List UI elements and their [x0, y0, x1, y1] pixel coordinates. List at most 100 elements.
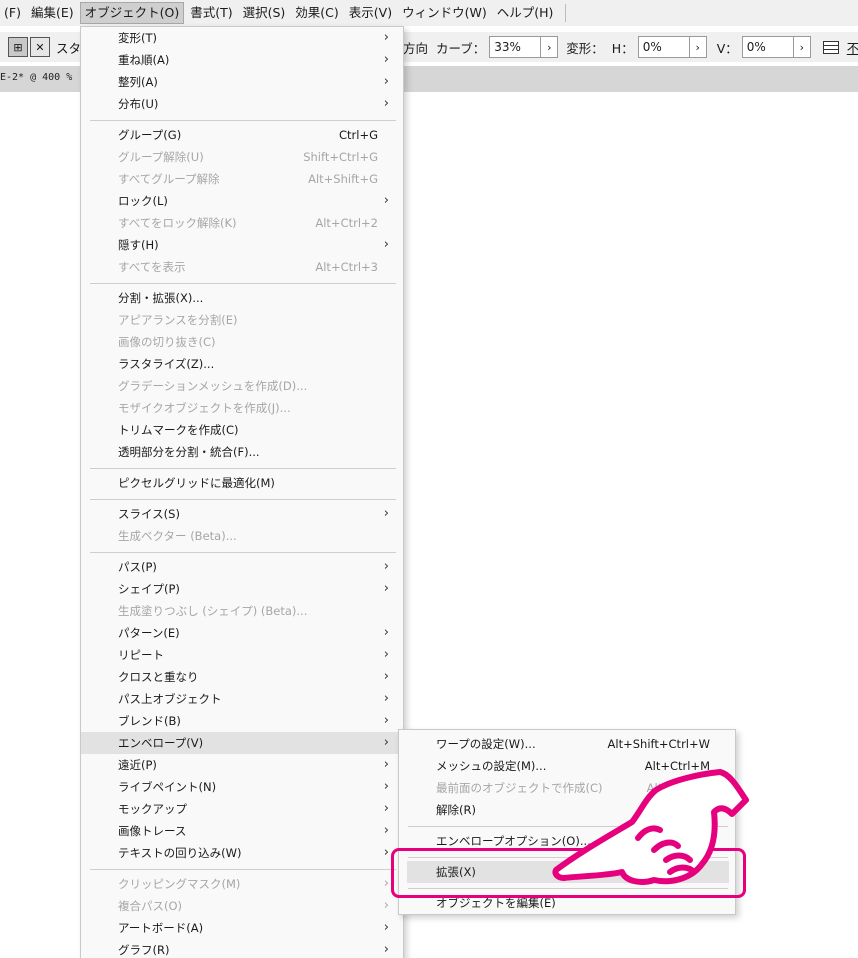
menu-separator: [90, 120, 396, 121]
menu-item-graph[interactable]: グラフ(R) ›: [81, 939, 403, 958]
menu-item-trim-marks[interactable]: トリムマークを作成(C): [81, 419, 403, 441]
menu-item-generative-fill: 生成塗りつぶし (シェイプ) (Beta)...: [118, 604, 308, 618]
menu-item-show-all: すべてを表示 Alt+Ctrl+3: [118, 260, 378, 274]
chevron-right-icon: ›: [383, 713, 389, 728]
menu-item-ungroup: グループ解除(U) Shift+Ctrl+G: [118, 150, 378, 164]
menu-bar-divider: [565, 4, 567, 22]
mesh-envelope-icon[interactable]: ⊞: [8, 37, 28, 57]
panel-options-icon[interactable]: [822, 40, 839, 54]
chevron-right-icon: ›: [383, 735, 389, 750]
opacity-link[interactable]: 不透明: [847, 38, 858, 57]
curve-input[interactable]: 33%: [489, 36, 542, 58]
chevron-right-icon: ›: [383, 74, 389, 89]
chevron-right-icon: ›: [547, 40, 552, 54]
menu-item-expand-divide[interactable]: 分割・拡張(X)...: [81, 287, 403, 309]
menu-item-mosaic: モザイクオブジェクトを作成(J)...: [118, 401, 291, 415]
h-input[interactable]: 0%: [637, 36, 690, 58]
chevron-right-icon: ›: [383, 506, 389, 521]
v-stepper-button[interactable]: ›: [793, 36, 811, 58]
menu-item-perspective[interactable]: 遠近(P) ›: [81, 754, 403, 776]
menu-item-crop-image: 画像の切り抜き(C): [118, 335, 216, 349]
menu-item-hide[interactable]: 隠す(H) ›: [81, 234, 403, 256]
menu-item-intertwine[interactable]: クロスと重なり ›: [81, 666, 403, 688]
chevron-right-icon: ›: [799, 40, 804, 54]
chevron-right-icon: ›: [383, 193, 389, 208]
chevron-right-icon: ›: [383, 96, 389, 111]
menu-item-slice[interactable]: スライス(S) ›: [81, 503, 403, 525]
chevron-right-icon: ›: [383, 898, 389, 913]
direction-label: 方向: [403, 40, 429, 56]
v-label: V：: [716, 40, 738, 56]
menu-object[interactable]: オブジェクト(O): [79, 2, 185, 24]
menu-window[interactable]: ウィンドウ(W): [398, 2, 491, 24]
menu-item-path[interactable]: パス(P) ›: [81, 556, 403, 578]
chevron-right-icon: ›: [383, 942, 389, 957]
menu-item-shape[interactable]: シェイプ(P) ›: [81, 578, 403, 600]
curve-label: カーブ：: [436, 40, 486, 56]
menu-type[interactable]: 書式(T): [186, 2, 236, 24]
chevron-right-icon: ›: [383, 30, 389, 45]
menu-item-ungroup-all: すべてグループ解除 Alt+Shift+G: [118, 172, 378, 186]
menu-item-repeat[interactable]: リピート ›: [81, 644, 403, 666]
menu-item-clipping-mask: クリッピングマスク(M) ›: [81, 873, 403, 895]
menu-item-gradient-mesh: グラデーションメッシュを作成(D)...: [118, 379, 308, 393]
h-stepper-button[interactable]: ›: [689, 36, 707, 58]
chevron-right-icon: ›: [695, 40, 700, 54]
style-label: スタ: [56, 40, 82, 56]
menu-separator: [90, 283, 396, 284]
menu-item-blend[interactable]: ブレンド(B) ›: [81, 710, 403, 732]
menu-item-live-paint[interactable]: ライブペイント(N) ›: [81, 776, 403, 798]
menu-item-image-trace[interactable]: 画像トレース ›: [81, 820, 403, 842]
pointing-hand-icon: [552, 769, 749, 885]
menu-item-expand-appearance: アピアランスを分割(E): [118, 313, 238, 327]
menu-file[interactable]: (F): [0, 2, 25, 24]
menu-item-rasterize[interactable]: ラスタライズ(Z)...: [81, 353, 403, 375]
menu-edit[interactable]: 編集(E): [27, 2, 78, 24]
menu-item-compound-path: 複合パス(O) ›: [81, 895, 403, 917]
chevron-right-icon: ›: [383, 52, 389, 67]
menu-item-text-wrap[interactable]: テキストの回り込み(W) ›: [81, 842, 403, 864]
menu-item-group[interactable]: グループ(G) Ctrl+G: [81, 124, 403, 146]
menu-item-unlock-all: すべてをロック解除(K) Alt+Ctrl+2: [118, 216, 378, 230]
menu-item-artboards[interactable]: アートボード(A) ›: [81, 917, 403, 939]
menu-item-flatten-transparency[interactable]: 透明部分を分割・統合(F)...: [81, 441, 403, 463]
menu-item-arrange[interactable]: 重ね順(A) ›: [81, 49, 403, 71]
chevron-right-icon: ›: [383, 647, 389, 662]
chevron-right-icon: ›: [383, 801, 389, 816]
menu-separator: [90, 499, 396, 500]
transform-label: 変形：: [566, 40, 604, 56]
chevron-right-icon: ›: [383, 757, 389, 772]
menu-item-align[interactable]: 整列(A) ›: [81, 71, 403, 93]
menu-separator: [90, 552, 396, 553]
chevron-right-icon: ›: [383, 691, 389, 706]
menu-view[interactable]: 表示(V): [345, 2, 396, 24]
chevron-right-icon: ›: [383, 823, 389, 838]
chevron-right-icon: ›: [383, 845, 389, 860]
v-input[interactable]: 0%: [741, 36, 794, 58]
menu-separator: [90, 468, 396, 469]
menu-separator: [90, 869, 396, 870]
menu-help[interactable]: ヘルプ(H): [493, 2, 558, 24]
menu-item-envelope[interactable]: エンベロープ(V) ›: [81, 732, 403, 754]
chevron-right-icon: ›: [383, 625, 389, 640]
menu-item-distribute[interactable]: 分布(U) ›: [81, 93, 403, 115]
chevron-right-icon: ›: [383, 876, 389, 891]
chevron-right-icon: ›: [383, 559, 389, 574]
menu-item-transform[interactable]: 変形(T) ›: [81, 27, 403, 49]
object-menu: 変形(T) › 重ね順(A) › 整列(A) › 分布(U) › グループ(G) Ctrl…: [80, 26, 404, 958]
warp-envelope-icon[interactable]: ✕: [30, 37, 50, 57]
document-tab[interactable]: E-2* @ 400 % (C: [0, 72, 90, 83]
menu-item-pixel-grid[interactable]: ピクセルグリッドに最適化(M): [81, 472, 403, 494]
chevron-right-icon: ›: [383, 237, 389, 252]
chevron-right-icon: ›: [383, 920, 389, 935]
menu-item-mockup[interactable]: モックアップ ›: [81, 798, 403, 820]
menu-item-pattern[interactable]: パターン(E) ›: [81, 622, 403, 644]
menu-select[interactable]: 選択(S): [239, 2, 290, 24]
menu-effect[interactable]: 効果(C): [291, 2, 342, 24]
menu-bar: (F) 編集(E) オブジェクト(O) 書式(T) 選択(S) 効果(C) 表示…: [0, 0, 858, 26]
chevron-right-icon: ›: [383, 581, 389, 596]
menu-item-lock[interactable]: ロック(L) ›: [81, 190, 403, 212]
menu-item-objects-on-path[interactable]: パス上オブジェクト ›: [81, 688, 403, 710]
menu-item-generative-vector: 生成ベクター (Beta)...: [118, 529, 237, 543]
curve-stepper-button[interactable]: ›: [541, 36, 559, 58]
